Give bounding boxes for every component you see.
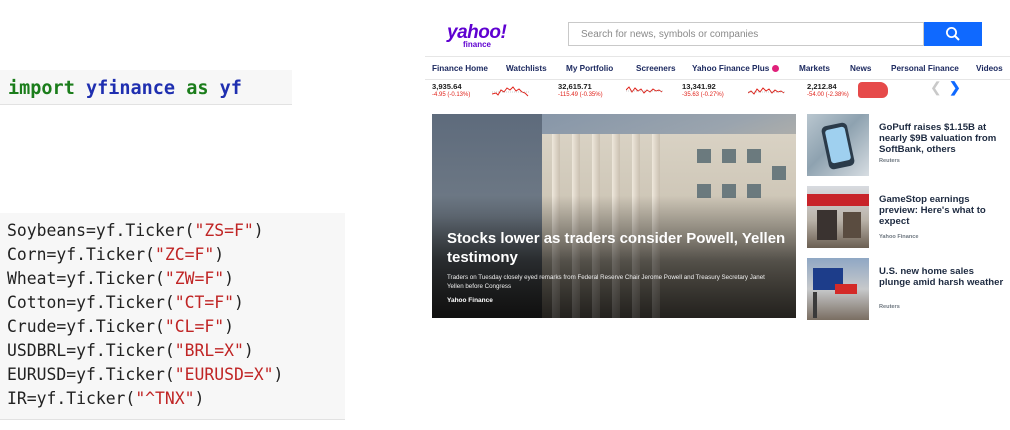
quote-price: 32,615.71 xyxy=(558,82,592,91)
side-story[interactable]: U.S. new home sales plunge amid harsh we… xyxy=(807,258,1007,320)
hero-summary: Traders on Tuesday closely eyed remarks … xyxy=(447,274,765,290)
code-line: Wheat=yf.Ticker("ZW=F") xyxy=(7,269,234,288)
quote-price: 3,935.64 xyxy=(432,82,462,91)
side-story[interactable]: GoPuff raises $1.15B at nearly $9B valua… xyxy=(807,114,1007,176)
quote-price: 2,212.84 xyxy=(807,82,837,91)
story-source: Reuters xyxy=(879,158,900,164)
hero-headline[interactable]: Stocks lower as traders consider Powell,… xyxy=(447,229,787,267)
nav-finance-home[interactable]: Finance Home xyxy=(432,64,488,73)
nav-videos[interactable]: Videos xyxy=(976,64,1003,73)
keyword-as: as xyxy=(186,78,209,99)
story-thumbnail xyxy=(807,186,869,248)
search-icon xyxy=(946,27,960,41)
code-line: Soybeans=yf.Ticker("ZS=F") xyxy=(7,221,264,240)
story-source: Yahoo Finance xyxy=(879,234,919,240)
code-line: EURUSD=yf.Ticker("EURUSD=X") xyxy=(7,365,284,384)
keyword-import: import xyxy=(8,78,75,99)
nav-markets[interactable]: Markets xyxy=(799,64,830,73)
hero-story[interactable]: Stocks lower as traders consider Powell,… xyxy=(432,114,796,318)
sparkline-icon xyxy=(492,86,530,97)
chevron-right-icon[interactable]: ❯ xyxy=(949,79,961,96)
code-line: USDBRL=yf.Ticker("BRL=X") xyxy=(7,341,254,360)
search-button[interactable] xyxy=(924,22,982,46)
story-headline[interactable]: GameStop earnings preview: Here's what t… xyxy=(879,194,1007,227)
plus-icon xyxy=(772,65,780,72)
quote-change: -115.49 (-0.35%) xyxy=(558,92,603,98)
story-thumbnail xyxy=(807,258,869,320)
nav-personal-finance[interactable]: Personal Finance xyxy=(891,64,959,73)
sparkline-icon xyxy=(748,87,786,95)
code-line: Corn=yf.Ticker("ZC=F") xyxy=(7,245,225,264)
nav-news[interactable]: News xyxy=(850,64,871,73)
nav-my-portfolio[interactable]: My Portfolio xyxy=(566,64,613,73)
code-line: Crude=yf.Ticker("CL=F") xyxy=(7,317,234,336)
story-headline[interactable]: GoPuff raises $1.15B at nearly $9B valua… xyxy=(879,122,1007,155)
quote-change: -4.95 (-0.13%) xyxy=(432,92,471,98)
module-name: yfinance xyxy=(85,78,176,99)
import-statement: import yfinance as yf xyxy=(8,78,242,99)
top-nav: Finance Home Watchlists My Portfolio Scr… xyxy=(425,56,1010,80)
quote-price: 13,341.92 xyxy=(682,82,716,91)
nav-plus-label: Yahoo Finance Plus xyxy=(692,64,770,73)
code-cell-import[interactable]: import yfinance as yf xyxy=(0,70,292,105)
quote-item[interactable]: 13,341.92 -35.63 (-0.27%) xyxy=(682,82,790,106)
yahoo-finance-page: yahoo! finance Finance Home Watchlists M… xyxy=(425,0,1010,330)
quote-change: -54.00 (-2.38%) xyxy=(807,92,849,98)
story-headline[interactable]: U.S. new home sales plunge amid harsh we… xyxy=(879,266,1007,288)
story-thumbnail xyxy=(807,114,869,176)
us-map-icon xyxy=(858,82,888,98)
nav-screeners[interactable]: Screeners xyxy=(636,64,676,73)
hero-source: Yahoo Finance xyxy=(447,297,493,304)
code-line: IR=yf.Ticker("^TNX") xyxy=(7,389,205,408)
module-alias: yf xyxy=(219,78,242,99)
story-source: Reuters xyxy=(879,304,900,310)
code-cell-tickers[interactable]: Soybeans=yf.Ticker("ZS=F") Corn=yf.Ticke… xyxy=(0,213,345,420)
code-line: Cotton=yf.Ticker("CT=F") xyxy=(7,293,244,312)
quote-item[interactable]: 3,935.64 -4.95 (-0.13%) xyxy=(432,82,540,106)
quote-item[interactable]: 32,615.71 -115.49 (-0.35%) xyxy=(558,82,666,106)
chevron-left-icon[interactable]: ❮ xyxy=(930,79,942,96)
search-field[interactable] xyxy=(568,22,924,46)
nav-yahoo-finance-plus[interactable]: Yahoo Finance Plus xyxy=(692,64,780,73)
sparkline-icon xyxy=(626,86,664,94)
yahoo-finance-logo[interactable]: yahoo! finance xyxy=(447,22,517,49)
search-input[interactable] xyxy=(569,23,923,45)
nav-watchlists[interactable]: Watchlists xyxy=(506,64,547,73)
quote-change: -35.63 (-0.27%) xyxy=(682,92,724,98)
side-story[interactable]: GameStop earnings preview: Here's what t… xyxy=(807,186,1007,248)
logo-sub: finance xyxy=(463,40,492,49)
